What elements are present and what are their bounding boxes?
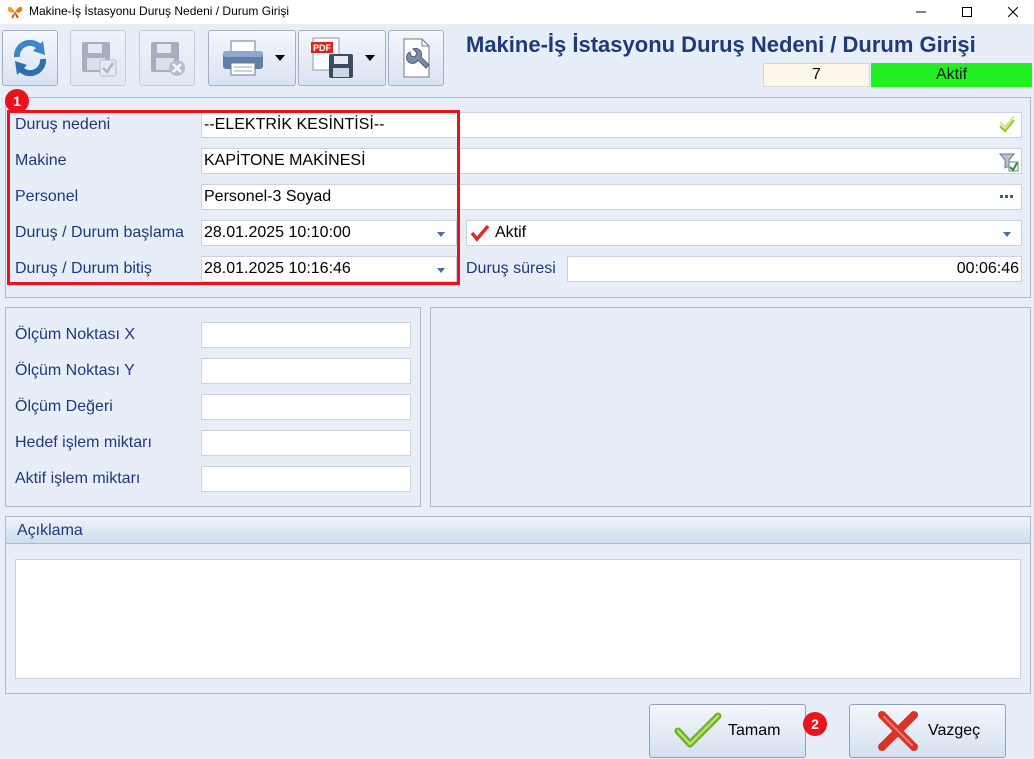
save-check-icon	[82, 42, 117, 77]
delete-button[interactable]	[139, 30, 195, 86]
close-icon	[1008, 7, 1018, 17]
chevron-down-icon	[365, 55, 375, 61]
annotation-marker-2: 2	[803, 712, 827, 736]
measure-value-label: Ölçüm Değeri	[15, 398, 113, 415]
maximize-icon	[962, 7, 972, 17]
end-value: 28.01.2025 10:16:46	[204, 260, 351, 277]
start-datetime-field[interactable]: 28.01.2025 10:10:00	[201, 220, 457, 246]
machine-label: Makine	[15, 152, 67, 169]
machine-value: KAPİTONE MAKİNESİ	[204, 152, 366, 169]
measure-y-label: Ölçüm Noktası Y	[15, 362, 135, 379]
export-pdf-button[interactable]: PDF	[298, 30, 386, 86]
chevron-down-icon	[275, 55, 285, 61]
actual-qty-label: Aktif işlem miktarı	[15, 470, 141, 487]
machine-field[interactable]: KAPİTONE MAKİNESİ	[201, 148, 1022, 174]
duration-label: Duruş süresi	[466, 260, 556, 277]
annotation-marker-1: 1	[5, 89, 29, 113]
form-title: Makine-İş İstasyonu Duruş Nedeni / Durum…	[466, 32, 976, 57]
measure-x-label: Ölçüm Noktası X	[15, 326, 136, 343]
save-button[interactable]	[70, 30, 126, 86]
red-check-icon	[470, 224, 490, 242]
ellipsis-icon[interactable]	[1000, 195, 1014, 199]
save-delete-icon	[151, 42, 185, 76]
chevron-down-icon[interactable]	[437, 268, 445, 273]
refresh-button[interactable]	[2, 30, 58, 86]
end-datetime-field[interactable]: 28.01.2025 10:16:46	[201, 256, 457, 282]
personnel-field[interactable]: Personel-3 Soyad	[201, 184, 1022, 210]
start-label: Duruş / Durum başlama	[15, 224, 184, 241]
measure-y-field[interactable]	[201, 358, 411, 384]
butterfly-app-icon	[7, 6, 23, 19]
record-number: 7	[763, 63, 870, 87]
print-button[interactable]	[208, 30, 296, 86]
status-badge: Aktif	[871, 63, 1032, 87]
pdf-save-icon: PDF	[311, 37, 353, 78]
printer-icon	[223, 40, 263, 76]
reason-field[interactable]: --ELEKTRİK KESİNTİSİ--	[201, 112, 1022, 138]
lookup-filter-icon[interactable]	[998, 151, 1020, 173]
refresh-icon	[13, 39, 47, 77]
personnel-value: Personel-3 Soyad	[204, 188, 332, 205]
close-button[interactable]	[990, 0, 1034, 24]
personnel-label: Personel	[15, 188, 79, 205]
actual-qty-field[interactable]	[201, 466, 411, 492]
ok-button[interactable]: Tamam	[649, 704, 806, 758]
ok-label: Tamam	[728, 722, 781, 739]
x-cross-icon	[878, 711, 918, 751]
chevron-down-icon[interactable]	[437, 232, 445, 237]
minimize-icon	[916, 11, 926, 13]
duration-value: 00:06:46	[956, 260, 1019, 277]
maximize-button[interactable]	[944, 0, 990, 24]
document-wrench-icon	[403, 38, 430, 78]
end-label: Duruş / Durum bitiş	[15, 260, 152, 277]
svg-text:PDF: PDF	[313, 43, 332, 53]
target-qty-label: Hedef işlem miktarı	[15, 434, 152, 451]
start-value: 28.01.2025 10:10:00	[204, 224, 351, 241]
measure-value-field[interactable]	[201, 394, 411, 420]
settings-button[interactable]	[388, 30, 444, 86]
measure-x-field[interactable]	[201, 322, 411, 348]
cancel-button[interactable]: Vazgeç	[849, 704, 1006, 758]
cancel-label: Vazgeç	[928, 722, 981, 739]
target-qty-field[interactable]	[201, 430, 411, 456]
notes-textarea[interactable]	[15, 559, 1021, 679]
reason-value: --ELEKTRİK KESİNTİSİ--	[204, 116, 385, 133]
status-select[interactable]: Aktif	[466, 220, 1022, 246]
reason-label: Duruş nedeni	[15, 116, 111, 133]
notes-header	[6, 517, 1030, 544]
checkmark-icon	[674, 712, 722, 748]
duration-field[interactable]: 00:06:46	[567, 256, 1022, 282]
window-title: Makine-İş İstasyonu Duruş Nedeni / Durum…	[29, 4, 290, 18]
notes-title: Açıklama	[17, 522, 83, 539]
minimize-button[interactable]	[898, 0, 944, 24]
status-select-value: Aktif	[495, 224, 527, 241]
empty-panel	[430, 307, 1031, 507]
chevron-down-icon[interactable]	[1003, 232, 1011, 237]
check-icon[interactable]	[998, 116, 1016, 134]
